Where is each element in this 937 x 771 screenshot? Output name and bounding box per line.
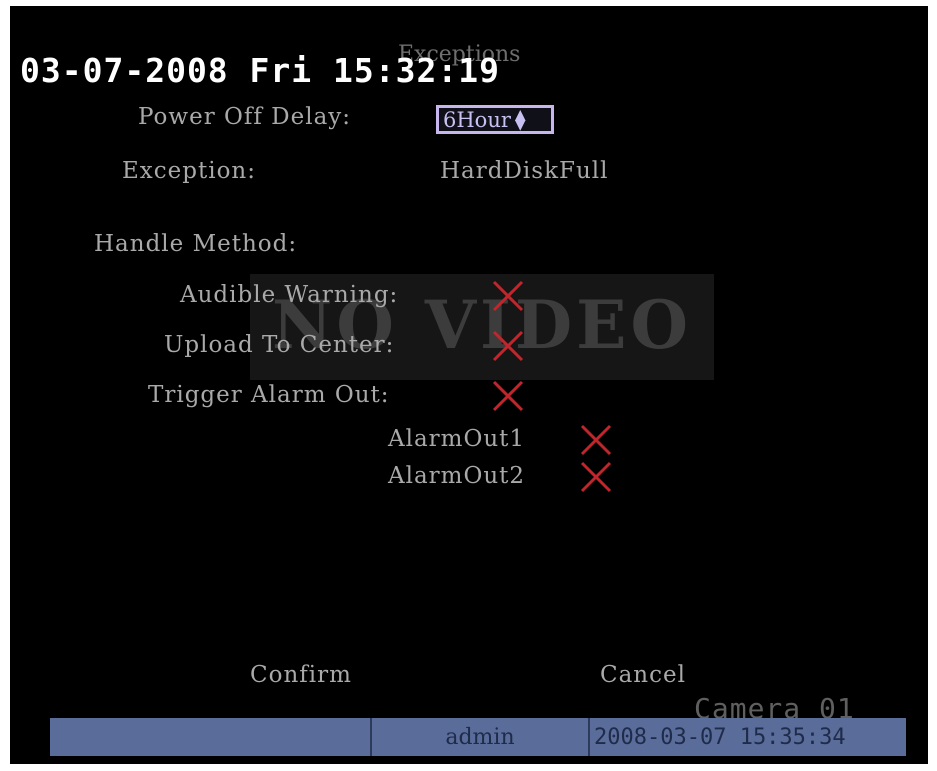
x-mark-icon [580,461,612,493]
upload-to-center-label: Upload To Center: [164,332,395,358]
exception-label: Exception: [122,158,256,184]
dvr-screen: NO VIDEO Exceptions 03-07-2008 Fri 15:32… [10,6,928,764]
confirm-button[interactable]: Confirm [250,662,352,688]
audible-warning-checkbox[interactable] [488,276,528,316]
status-timestamp: 2008-03-07 15:35:34 [594,724,846,750]
up-down-arrow-icon: ▲ ▼ [514,106,526,133]
cancel-button[interactable]: Cancel [600,662,686,688]
status-bar: admin 2008-03-07 15:35:34 [50,718,906,756]
handle-method-label: Handle Method: [94,231,298,257]
alarm-out-2-label: AlarmOut2 [388,463,526,489]
alarm-out-1-checkbox[interactable] [576,420,616,460]
alarm-out-1-label: AlarmOut1 [388,426,526,452]
power-off-delay-select[interactable]: 6Hour ▲ ▼ [436,105,554,134]
x-mark-icon [492,330,524,362]
audible-warning-label: Audible Warning: [180,282,399,308]
power-off-delay-value: 6Hour [443,107,511,132]
x-mark-icon [580,424,612,456]
x-mark-icon [492,380,524,412]
status-segment-empty [50,718,372,756]
alarm-out-2-checkbox[interactable] [576,457,616,497]
power-off-delay-label: Power Off Delay: [138,104,352,130]
exception-value[interactable]: HardDiskFull [440,158,609,184]
x-mark-icon [492,280,524,312]
osd-datetime: 03-07-2008 Fri 15:32:19 [20,51,500,90]
trigger-alarm-out-label: Trigger Alarm Out: [148,382,390,408]
trigger-alarm-out-checkbox[interactable] [488,376,528,416]
upload-to-center-checkbox[interactable] [488,326,528,366]
status-user: admin [372,718,590,756]
